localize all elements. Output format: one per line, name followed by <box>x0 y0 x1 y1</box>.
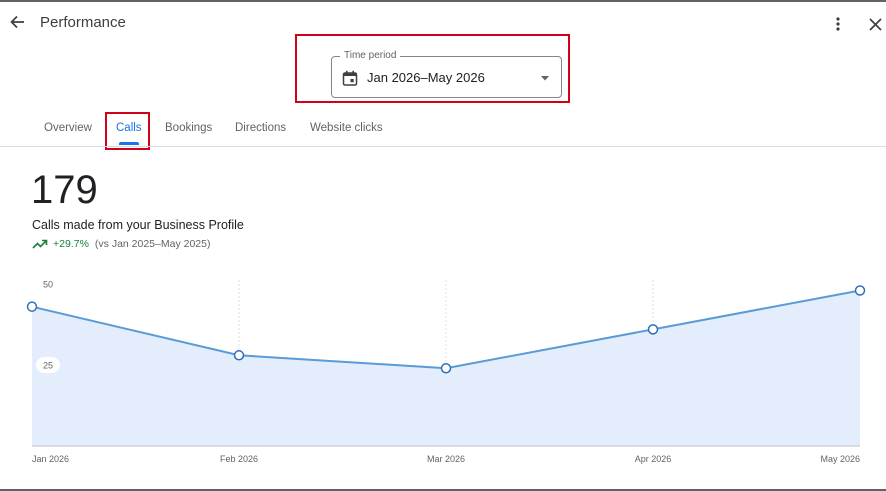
metric-label: Calls made from your Business Profile <box>32 218 244 232</box>
data-point <box>440 362 452 374</box>
time-period-select[interactable]: Time period Jan 2026–May 2026 <box>331 50 562 98</box>
time-period-value: Jan 2026–May 2026 <box>367 70 485 85</box>
time-period-label: Time period <box>340 50 401 62</box>
page-title: Performance <box>40 14 126 31</box>
data-point <box>233 350 245 361</box>
tab-website-clicks[interactable]: Website clicks <box>310 118 383 138</box>
metric-trend: +29.7% (vs Jan 2025–May 2025) <box>32 238 210 250</box>
active-tab-indicator <box>119 142 139 145</box>
x-tick-label: Apr 2026 <box>635 454 672 464</box>
x-tick-label: Feb 2026 <box>220 454 258 464</box>
x-tick-label: Mar 2026 <box>427 454 465 464</box>
back-button[interactable] <box>6 11 28 33</box>
tab-bookings[interactable]: Bookings <box>165 118 212 138</box>
data-point <box>647 324 659 335</box>
more-vert-icon <box>836 17 840 31</box>
data-point <box>854 285 866 296</box>
trending-up-icon <box>32 239 48 249</box>
tabs-divider <box>0 146 886 147</box>
calendar-icon <box>342 70 358 86</box>
calls-area-chart: 50 25 Jan 2026 Feb 2026 Mar 2026 Apr 2026 May … <box>26 280 866 464</box>
data-point <box>26 301 38 312</box>
top-border <box>0 0 886 2</box>
arrow-back-icon <box>10 15 24 29</box>
trend-comparison: (vs Jan 2025–May 2025) <box>94 238 211 250</box>
tab-directions[interactable]: Directions <box>235 118 286 138</box>
y-tick-label: 25 <box>43 361 53 371</box>
more-options-button[interactable] <box>828 13 848 35</box>
x-tick-label: Jan 2026 <box>32 454 69 464</box>
x-tick-label: May 2026 <box>820 454 860 464</box>
close-button[interactable] <box>864 13 886 35</box>
trend-percentage: +29.7% <box>53 238 89 250</box>
metric-value: 179 <box>31 168 98 212</box>
y-tick-label: 50 <box>43 280 53 290</box>
dropdown-arrow-icon <box>541 76 549 81</box>
tab-overview[interactable]: Overview <box>44 118 92 138</box>
close-icon <box>868 17 882 31</box>
